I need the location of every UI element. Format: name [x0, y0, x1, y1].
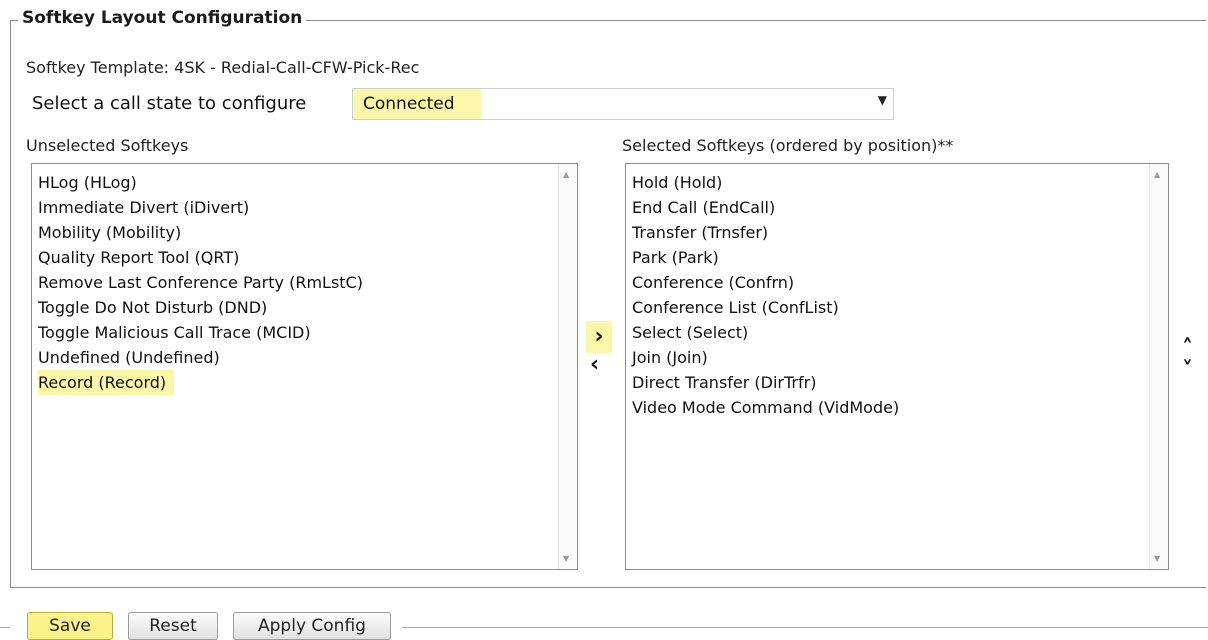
list-item[interactable]: Quality Report Tool (QRT) — [38, 245, 577, 270]
list-item[interactable]: Video Mode Command (VidMode) — [632, 395, 1168, 420]
scroll-down-icon[interactable]: ▼ — [1154, 554, 1160, 563]
scroll-up-icon[interactable]: ▲ — [563, 170, 569, 179]
list-item[interactable]: Undefined (Undefined) — [38, 345, 577, 370]
list-item[interactable]: Park (Park) — [632, 245, 1168, 270]
selected-scrollbar[interactable]: ▲ ▼ — [1149, 164, 1168, 569]
list-item[interactable]: Join (Join) — [632, 345, 1168, 370]
move-down-button[interactable]: ˅ — [1182, 360, 1193, 382]
list-item[interactable]: HLog (HLog) — [38, 170, 577, 195]
list-item[interactable]: Toggle Malicious Call Trace (MCID) — [38, 320, 577, 345]
call-state-selected-value: Connected — [353, 89, 481, 119]
softkey-template-label: Softkey Template: 4SK - Redial-Call-CFW-… — [26, 58, 420, 77]
list-item[interactable]: End Call (EndCall) — [632, 195, 1168, 220]
list-item[interactable]: Conference (Confrn) — [632, 270, 1168, 295]
list-item[interactable]: Transfer (Trnsfer) — [632, 220, 1168, 245]
divider — [402, 627, 1208, 628]
save-button[interactable]: Save — [27, 612, 113, 640]
scroll-down-icon[interactable]: ▼ — [563, 554, 569, 563]
list-item[interactable]: Mobility (Mobility) — [38, 220, 577, 245]
move-left-button[interactable]: ‹ — [590, 354, 599, 376]
unselected-softkeys-list[interactable]: HLog (HLog) Immediate Divert (iDivert) Mob… — [31, 163, 578, 570]
call-state-label: Select a call state to configure — [32, 93, 307, 114]
list-item[interactable]: Hold (Hold) — [632, 170, 1168, 195]
list-item[interactable]: Record (Record) — [38, 370, 175, 395]
list-item[interactable]: Toggle Do Not Disturb (DND) — [38, 295, 577, 320]
list-item[interactable]: Select (Select) — [632, 320, 1168, 345]
move-up-button[interactable]: ˄ — [1182, 338, 1193, 360]
unselected-softkeys-heading: Unselected Softkeys — [26, 136, 189, 155]
list-item[interactable]: Immediate Divert (iDivert) — [38, 195, 577, 220]
move-right-button[interactable]: › — [586, 321, 612, 353]
unselected-scrollbar[interactable]: ▲ ▼ — [558, 164, 577, 569]
list-item[interactable]: Direct Transfer (DirTrfr) — [632, 370, 1168, 395]
scroll-up-icon[interactable]: ▲ — [1154, 170, 1160, 179]
divider — [0, 627, 10, 628]
selected-softkeys-list[interactable]: Hold (Hold) End Call (EndCall) Transfer (T… — [625, 163, 1169, 570]
dropdown-arrow-icon: ▼ — [877, 93, 887, 107]
selected-softkeys-heading: Selected Softkeys (ordered by position)*… — [622, 136, 954, 155]
section-legend: Softkey Layout Configuration — [18, 8, 307, 28]
reset-button[interactable]: Reset — [128, 612, 218, 640]
call-state-select[interactable]: Connected ▼ — [352, 88, 894, 120]
apply-config-button[interactable]: Apply Config — [233, 612, 391, 640]
list-item[interactable]: Remove Last Conference Party (RmLstC) — [38, 270, 577, 295]
list-item[interactable]: Conference List (ConfList) — [632, 295, 1168, 320]
